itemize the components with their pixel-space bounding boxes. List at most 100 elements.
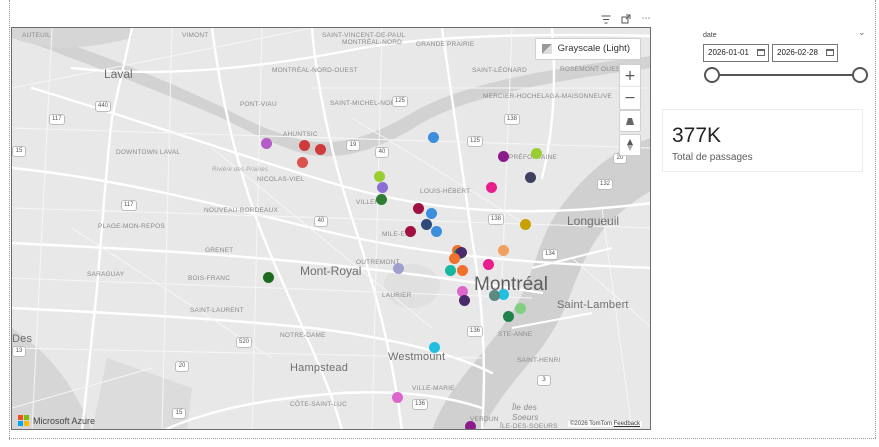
end-date-input[interactable]: 2026-02-28 — [772, 44, 838, 62]
place-grande-prairie: GRANDE PRAIRIE — [416, 41, 475, 48]
place-hampstead: Hampstead — [290, 362, 349, 374]
station-marker[interactable] — [393, 263, 404, 274]
station-marker[interactable] — [459, 295, 470, 306]
place-plage-mon-repos: PLAGE-MON-REPOS — [98, 223, 165, 230]
station-marker[interactable] — [503, 311, 514, 322]
end-date-value: 2026-02-28 — [777, 48, 818, 57]
station-marker[interactable] — [431, 226, 442, 237]
station-marker[interactable] — [413, 203, 424, 214]
place-nouveau-bordeaux: NOUVEAU-BORDEAUX — [204, 207, 278, 214]
place-ste-anne: STE-ANNE — [498, 331, 533, 338]
highway-shield: 20 — [175, 361, 189, 372]
highway-shield: 138 — [504, 114, 521, 125]
filter-icon[interactable] — [600, 13, 612, 25]
place-pont-viau: PONT-VIAU — [240, 101, 277, 108]
date-range-track[interactable] — [712, 74, 862, 76]
station-marker[interactable] — [299, 140, 310, 151]
place-saint-henri: SAINT-HENRI — [517, 357, 561, 364]
place-mercier-hochelaga: MERCIER-HOCHELAGA-MAISONNEUVE — [483, 93, 612, 100]
station-marker[interactable] — [429, 342, 440, 353]
station-marker[interactable] — [489, 290, 500, 301]
station-marker[interactable] — [377, 182, 388, 193]
compass-icon — [627, 139, 633, 151]
station-marker[interactable] — [376, 194, 387, 205]
calendar-icon[interactable] — [826, 49, 834, 56]
place-vimont: VIMONT — [182, 32, 209, 39]
place-snowdon: NOTRE-DAME — [280, 332, 326, 339]
pitch-icon — [626, 117, 634, 125]
highway-shield: 3 — [537, 375, 551, 386]
visual-frame-left — [9, 0, 10, 440]
zoom-controls: + − — [619, 64, 641, 110]
highway-shield: 40 — [314, 216, 328, 227]
kpi-value: 377K — [672, 124, 722, 147]
range-end-handle[interactable] — [852, 67, 868, 83]
highway-shield: 520 — [236, 337, 253, 348]
range-start-handle[interactable] — [704, 67, 720, 83]
calendar-icon[interactable] — [757, 49, 765, 56]
station-marker[interactable] — [498, 151, 509, 162]
highway-shield: 134 — [542, 249, 559, 260]
station-marker[interactable] — [297, 157, 308, 168]
station-marker[interactable] — [428, 132, 439, 143]
station-marker[interactable] — [515, 303, 526, 314]
station-marker[interactable] — [405, 226, 416, 237]
place-ahuntsic: AHUNTSIC — [283, 131, 318, 138]
highway-shield: 117 — [121, 200, 137, 211]
highway-shield: 138 — [488, 214, 505, 225]
visual-frame-bottom — [9, 438, 876, 439]
place-bois-franc: BOIS-FRANC — [188, 275, 231, 282]
station-marker[interactable] — [520, 219, 531, 230]
place-westmount: Westmount — [388, 351, 446, 363]
station-marker[interactable] — [483, 259, 494, 270]
start-date-input[interactable]: 2026-01-01 — [703, 44, 769, 62]
highway-shield: 440 — [95, 101, 112, 112]
place-saint-leonard: SAINT-LÉONARD — [472, 67, 527, 74]
place-nicolas-viel: NICOLAS-VIEL — [257, 176, 305, 183]
visual-frame-right — [875, 0, 876, 438]
place-montreal-nord: MONTRÉAL-NORD — [342, 39, 403, 46]
station-marker[interactable] — [531, 148, 542, 159]
slicer-chevron-icon[interactable]: ⌄ — [858, 28, 866, 38]
map-style-picker-button[interactable]: Grayscale (Light) — [534, 38, 641, 60]
station-marker[interactable] — [457, 265, 468, 276]
place-saint-michel-nord: SAINT-MICHEL-NORD — [330, 100, 401, 107]
zoom-in-button[interactable]: + — [620, 65, 640, 87]
station-marker[interactable] — [525, 172, 536, 183]
report-canvas: ⋯ Laval AUTEUIL VIMONT SAINT-VINCENT-DE-… — [0, 0, 879, 447]
zoom-out-button[interactable]: − — [620, 87, 640, 109]
station-marker[interactable] — [498, 245, 509, 256]
station-marker[interactable] — [374, 171, 385, 182]
compass-button[interactable] — [619, 134, 641, 156]
station-marker[interactable] — [261, 138, 272, 149]
highway-shield: 136 — [412, 399, 429, 410]
place-laurier: LAURIER — [382, 292, 412, 299]
focus-mode-icon[interactable] — [620, 13, 632, 25]
station-marker[interactable] — [263, 272, 274, 283]
place-saint-vincent-de-paul: SAINT-VINCENT-DE-PAUL — [322, 32, 406, 39]
station-marker[interactable] — [421, 219, 432, 230]
place-montreal-nord-ouest: MONTRÉAL-NORD-OUEST — [272, 67, 358, 74]
station-marker[interactable] — [426, 208, 437, 219]
more-options-icon[interactable]: ⋯ — [640, 13, 652, 25]
place-des: Des — [12, 333, 33, 345]
place-ville-marie: VILLE-MARIE — [412, 385, 455, 392]
station-marker[interactable] — [315, 144, 326, 155]
highway-shield: 15 — [172, 408, 186, 419]
station-marker[interactable] — [445, 265, 456, 276]
feedback-link[interactable]: Feedback — [614, 421, 640, 427]
highway-shield: 40 — [375, 147, 389, 158]
slicer-header: date — [703, 32, 717, 39]
place-rosemont-ouest: ROSEMONT OUEST — [560, 66, 625, 73]
place-auteuil: AUTEUIL — [22, 32, 51, 39]
river-riviere-des-prairies: Rivière des Prairies — [212, 167, 269, 173]
map-style-icon — [541, 44, 552, 54]
place-saraguay: SARAGUAY — [87, 271, 125, 278]
place-ile-des-soeurs-1: Île des — [512, 403, 537, 412]
station-marker[interactable] — [465, 421, 476, 429]
pitch-control-button[interactable] — [619, 110, 641, 132]
station-marker[interactable] — [392, 392, 403, 403]
map-visual[interactable]: Laval AUTEUIL VIMONT SAINT-VINCENT-DE-PA… — [11, 27, 651, 430]
station-marker[interactable] — [449, 253, 460, 264]
station-marker[interactable] — [486, 182, 497, 193]
